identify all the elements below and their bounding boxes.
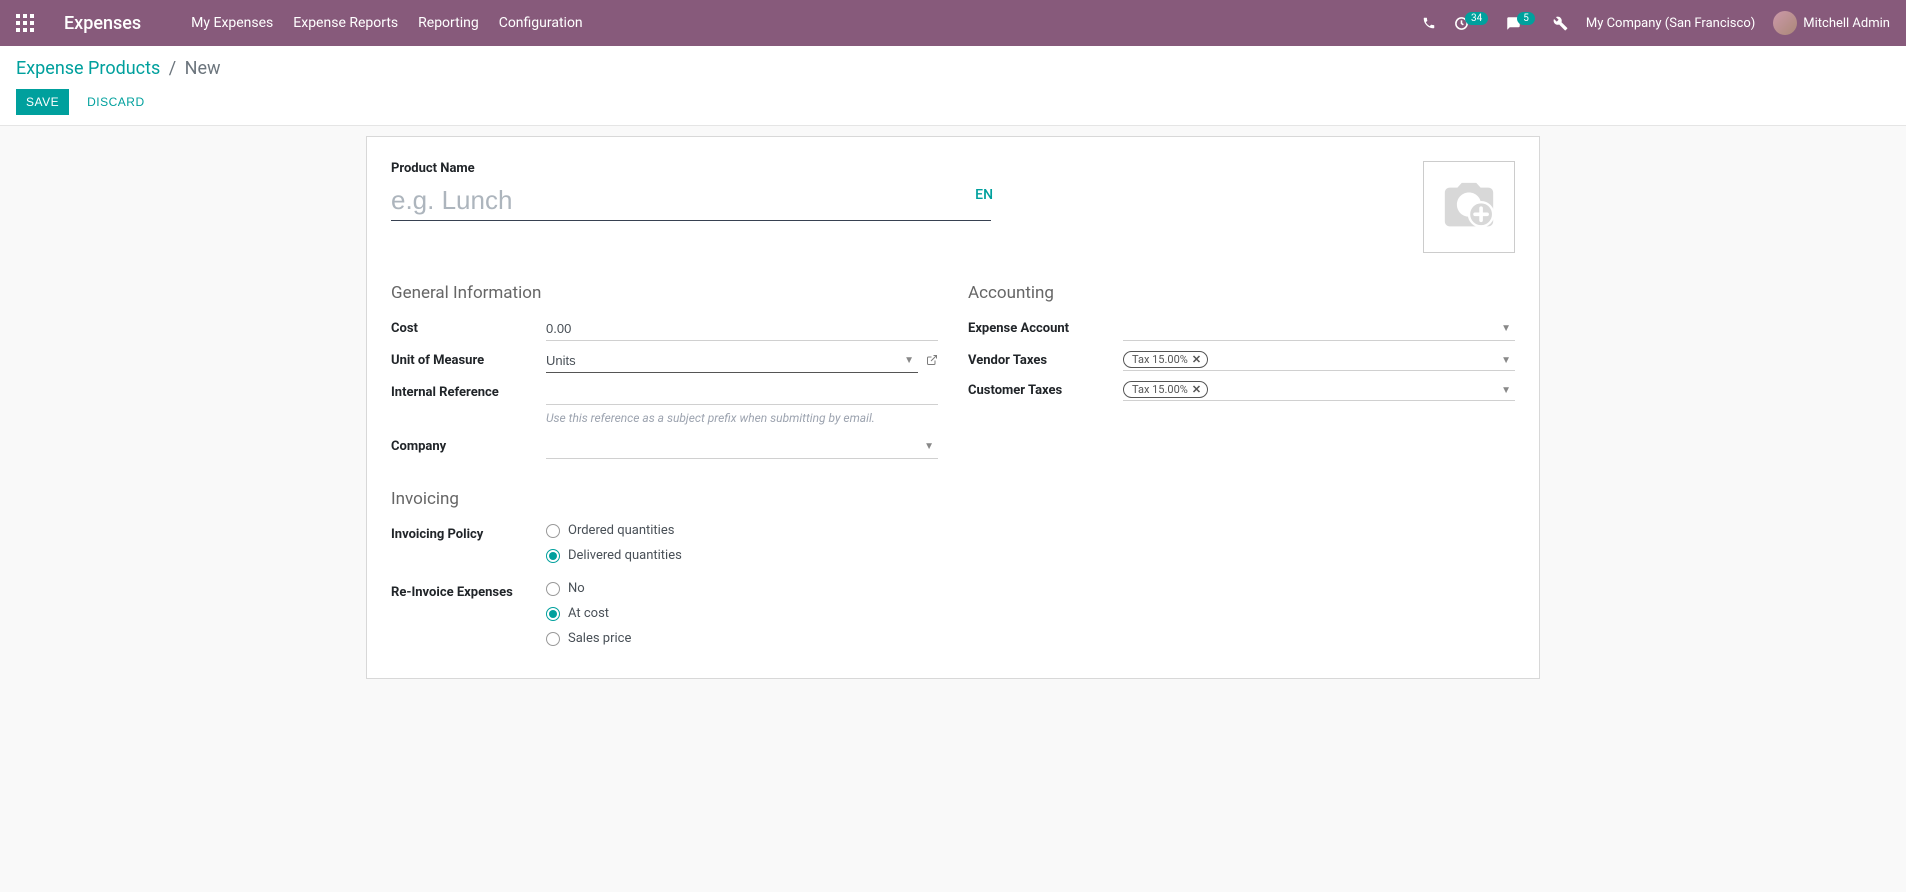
remove-tag-icon[interactable]: ✕	[1192, 383, 1201, 396]
reinvoice-group: No At cost Sales price	[546, 581, 938, 646]
tax-tag[interactable]: Tax 15.00% ✕	[1123, 381, 1208, 398]
apps-icon[interactable]	[16, 14, 34, 32]
cost-label: Cost	[391, 317, 546, 336]
image-upload[interactable]	[1423, 161, 1515, 253]
product-name-input[interactable]	[391, 181, 991, 221]
radio-ordered-quantities[interactable]: Ordered quantities	[546, 523, 938, 538]
remove-tag-icon[interactable]: ✕	[1192, 353, 1201, 366]
vendor-taxes-label: Vendor Taxes	[968, 349, 1123, 368]
avatar-icon	[1773, 11, 1797, 35]
section-general: General Information	[391, 283, 938, 303]
nav-expense-reports[interactable]: Expense Reports	[293, 15, 398, 31]
cost-input[interactable]	[546, 317, 938, 341]
radio-icon	[546, 607, 560, 621]
user-name: Mitchell Admin	[1803, 16, 1890, 31]
radio-icon	[546, 524, 560, 538]
user-menu[interactable]: Mitchell Admin	[1773, 11, 1890, 35]
internal-ref-help: Use this reference as a subject prefix w…	[546, 409, 938, 427]
radio-icon	[546, 549, 560, 563]
nav-reporting[interactable]: Reporting	[418, 15, 479, 31]
debug-icon[interactable]	[1553, 16, 1568, 31]
phone-icon[interactable]	[1422, 16, 1436, 30]
company-label: Company	[391, 435, 546, 454]
nav-configuration[interactable]: Configuration	[499, 15, 583, 31]
form-sheet: Product Name EN General Information Cost	[366, 136, 1540, 679]
invoicing-policy-label: Invoicing Policy	[391, 523, 546, 542]
language-badge[interactable]: EN	[975, 187, 993, 203]
nav-my-expenses[interactable]: My Expenses	[191, 15, 273, 31]
customer-taxes-input[interactable]: Tax 15.00% ✕	[1123, 379, 1515, 401]
external-link-icon[interactable]	[926, 354, 938, 369]
breadcrumb-parent[interactable]: Expense Products	[16, 58, 160, 79]
expense-account-input[interactable]	[1123, 317, 1515, 341]
app-brand[interactable]: Expenses	[64, 13, 141, 34]
radio-icon	[546, 582, 560, 596]
navbar-menu: My Expenses Expense Reports Reporting Co…	[191, 15, 582, 31]
breadcrumb-current: New	[185, 58, 221, 79]
section-accounting: Accounting	[968, 283, 1515, 303]
internal-ref-input[interactable]	[546, 381, 938, 405]
uom-label: Unit of Measure	[391, 349, 546, 368]
company-input[interactable]	[546, 435, 938, 459]
radio-at-cost[interactable]: At cost	[546, 606, 938, 621]
reinvoice-label: Re-Invoice Expenses	[391, 581, 546, 600]
messages-badge: 5	[1517, 12, 1535, 25]
radio-delivered-quantities[interactable]: Delivered quantities	[546, 548, 938, 563]
activity-badge: 34	[1465, 12, 1488, 25]
tax-tag[interactable]: Tax 15.00% ✕	[1123, 351, 1208, 368]
breadcrumb-separator: /	[169, 58, 176, 79]
expense-account-label: Expense Account	[968, 317, 1123, 336]
messages-icon[interactable]: 5	[1506, 16, 1535, 31]
section-invoicing: Invoicing	[391, 489, 938, 509]
customer-taxes-label: Customer Taxes	[968, 379, 1123, 398]
vendor-taxes-input[interactable]: Tax 15.00% ✕	[1123, 349, 1515, 371]
product-name-label: Product Name	[391, 161, 991, 176]
save-button[interactable]: Save	[16, 89, 69, 115]
discard-button[interactable]: Discard	[79, 89, 153, 115]
company-selector[interactable]: My Company (San Francisco)	[1586, 16, 1755, 31]
radio-no[interactable]: No	[546, 581, 938, 596]
breadcrumb: Expense Products / New	[16, 58, 1890, 79]
invoicing-policy-group: Ordered quantities Delivered quantities	[546, 523, 938, 563]
top-navbar: Expenses My Expenses Expense Reports Rep…	[0, 0, 1906, 46]
internal-ref-label: Internal Reference	[391, 381, 546, 400]
radio-sales-price[interactable]: Sales price	[546, 631, 938, 646]
control-panel: Expense Products / New Save Discard	[0, 46, 1906, 126]
radio-icon	[546, 632, 560, 646]
uom-input[interactable]	[546, 349, 918, 373]
activity-icon[interactable]: 34	[1454, 16, 1488, 31]
